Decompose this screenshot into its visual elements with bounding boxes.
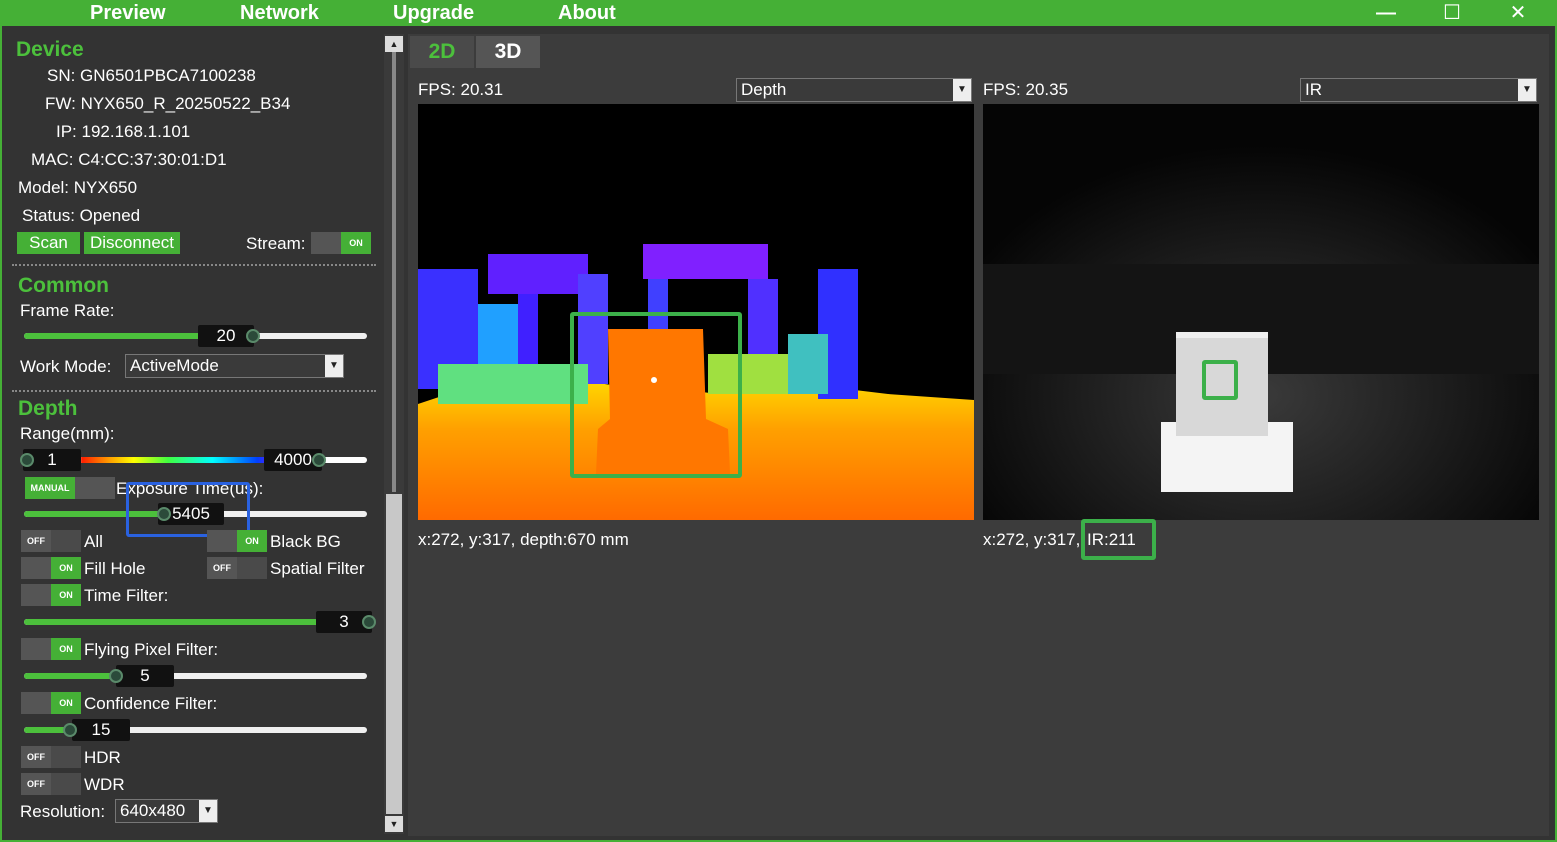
ir-value-highlight-box bbox=[1081, 519, 1156, 560]
spatial-filter-toggle[interactable]: OFF bbox=[207, 557, 267, 579]
spatial-filter-label: Spatial Filter bbox=[270, 559, 365, 578]
hdr-label: HDR bbox=[84, 748, 121, 767]
ir-fps: FPS: 20.35 bbox=[983, 80, 1069, 99]
maximize-icon[interactable]: ☐ bbox=[1432, 0, 1472, 26]
title-bar bbox=[0, 0, 1557, 26]
ir-image-graphic bbox=[983, 104, 1539, 520]
exposure-mode-state: MANUAL bbox=[25, 477, 75, 499]
nav-upgrade[interactable]: Upgrade bbox=[393, 0, 474, 26]
scan-button[interactable]: Scan bbox=[17, 232, 80, 254]
time-filter-toggle[interactable]: ON bbox=[21, 584, 81, 606]
depth-roi-box bbox=[570, 312, 742, 478]
depth-fps: FPS: 20.31 bbox=[418, 80, 504, 99]
flying-pixel-slider[interactable] bbox=[24, 673, 367, 679]
tab-2d[interactable]: 2D bbox=[410, 36, 474, 68]
all-label: All bbox=[84, 532, 103, 551]
stream-toggle-state: ON bbox=[341, 232, 371, 254]
fill-hole-toggle-state: ON bbox=[51, 557, 81, 579]
resolution-label: Resolution: bbox=[20, 802, 106, 821]
nav-about[interactable]: About bbox=[558, 0, 616, 26]
black-bg-toggle-state: ON bbox=[237, 530, 267, 552]
close-icon[interactable]: ✕ bbox=[1498, 0, 1538, 26]
all-toggle[interactable]: OFF bbox=[21, 530, 81, 552]
exposure-mode-toggle[interactable]: MANUAL bbox=[25, 477, 115, 499]
divider bbox=[12, 264, 376, 266]
right-view-mode-value: IR bbox=[1305, 80, 1322, 99]
wdr-label: WDR bbox=[84, 775, 125, 794]
flying-pixel-label: Flying Pixel Filter: bbox=[84, 640, 219, 659]
device-sn: SN: GN6501PBCA7100238 bbox=[47, 66, 256, 85]
time-filter-toggle-state: ON bbox=[51, 584, 81, 606]
disconnect-button[interactable]: Disconnect bbox=[84, 232, 180, 254]
range-max-handle[interactable] bbox=[312, 453, 326, 467]
flying-pixel-value: 5 bbox=[116, 665, 174, 687]
all-toggle-state: OFF bbox=[21, 530, 51, 552]
resolution-value: 640x480 bbox=[120, 801, 186, 820]
scroll-thumb[interactable] bbox=[386, 494, 402, 814]
frame-rate-slider[interactable] bbox=[24, 333, 367, 339]
scroll-down-icon[interactable]: ▼ bbox=[385, 816, 403, 832]
fill-hole-label: Fill Hole bbox=[84, 559, 146, 578]
hdr-toggle-state: OFF bbox=[21, 746, 51, 768]
left-view-mode-select[interactable]: Depth ▼ bbox=[736, 78, 972, 102]
fill-hole-toggle[interactable]: ON bbox=[21, 557, 81, 579]
left-view-mode-value: Depth bbox=[741, 80, 787, 99]
frame-rate-slider-handle[interactable] bbox=[246, 329, 260, 343]
chevron-down-icon: ▼ bbox=[953, 79, 971, 101]
ir-readout-coords: x:272, y:317, bbox=[983, 530, 1081, 549]
flying-pixel-toggle-state: ON bbox=[51, 638, 81, 660]
device-model: Model: NYX650 bbox=[18, 178, 138, 197]
chevron-down-icon: ▼ bbox=[1518, 79, 1536, 101]
scroll-up-icon[interactable]: ▲ bbox=[385, 36, 403, 52]
confidence-filter-value: 15 bbox=[72, 719, 130, 741]
work-mode-value: ActiveMode bbox=[130, 356, 219, 375]
exposure-highlight-box bbox=[126, 482, 250, 537]
resolution-select[interactable]: 640x480 ▼ bbox=[115, 799, 218, 823]
time-filter-slider-handle[interactable] bbox=[362, 615, 376, 629]
stream-label: Stream: bbox=[246, 234, 306, 253]
ir-image[interactable] bbox=[983, 104, 1539, 520]
panel-scrollbar[interactable]: ▲ ▼ bbox=[384, 34, 404, 834]
hdr-toggle[interactable]: OFF bbox=[21, 746, 81, 768]
device-ip: IP: 192.168.1.101 bbox=[56, 122, 191, 141]
spatial-filter-toggle-state: OFF bbox=[207, 557, 237, 579]
frame-rate-label: Frame Rate: bbox=[20, 301, 115, 320]
wdr-toggle-state: OFF bbox=[21, 773, 51, 795]
depth-section-title: Depth bbox=[18, 397, 78, 420]
range-min-handle[interactable] bbox=[20, 453, 34, 467]
wdr-toggle[interactable]: OFF bbox=[21, 773, 81, 795]
divider bbox=[12, 390, 376, 392]
flying-pixel-toggle[interactable]: ON bbox=[21, 638, 81, 660]
confidence-filter-label: Confidence Filter: bbox=[84, 694, 218, 713]
device-status: Status: Opened bbox=[22, 206, 141, 225]
device-fw: FW: NYX650_R_20250522_B34 bbox=[45, 94, 291, 113]
black-bg-toggle[interactable]: ON bbox=[207, 530, 267, 552]
right-view-mode-select[interactable]: IR ▼ bbox=[1300, 78, 1537, 102]
flying-pixel-slider-handle[interactable] bbox=[109, 669, 123, 683]
common-section-title: Common bbox=[18, 274, 109, 297]
minimize-icon[interactable]: — bbox=[1366, 0, 1406, 26]
scroll-track bbox=[392, 52, 396, 492]
confidence-filter-slider-handle[interactable] bbox=[63, 723, 77, 737]
chevron-down-icon: ▼ bbox=[325, 355, 343, 377]
black-bg-label: Black BG bbox=[270, 532, 341, 551]
device-mac: MAC: C4:CC:37:30:01:D1 bbox=[31, 150, 227, 169]
tab-3d[interactable]: 3D bbox=[476, 36, 540, 68]
range-label: Range(mm): bbox=[20, 424, 115, 443]
device-section-title: Device bbox=[16, 38, 84, 61]
confidence-filter-toggle[interactable]: ON bbox=[21, 692, 81, 714]
nav-preview[interactable]: Preview bbox=[90, 0, 166, 26]
stream-toggle[interactable]: ON bbox=[311, 232, 371, 254]
time-filter-label: Time Filter: bbox=[84, 586, 169, 605]
work-mode-select[interactable]: ActiveMode ▼ bbox=[125, 354, 344, 378]
confidence-filter-toggle-state: ON bbox=[51, 692, 81, 714]
nav-network[interactable]: Network bbox=[240, 0, 319, 26]
work-mode-label: Work Mode: bbox=[20, 357, 112, 376]
chevron-down-icon: ▼ bbox=[199, 800, 217, 822]
depth-readout: x:272, y:317, depth:670 mm bbox=[418, 530, 629, 549]
ir-roi-box bbox=[1202, 360, 1238, 400]
